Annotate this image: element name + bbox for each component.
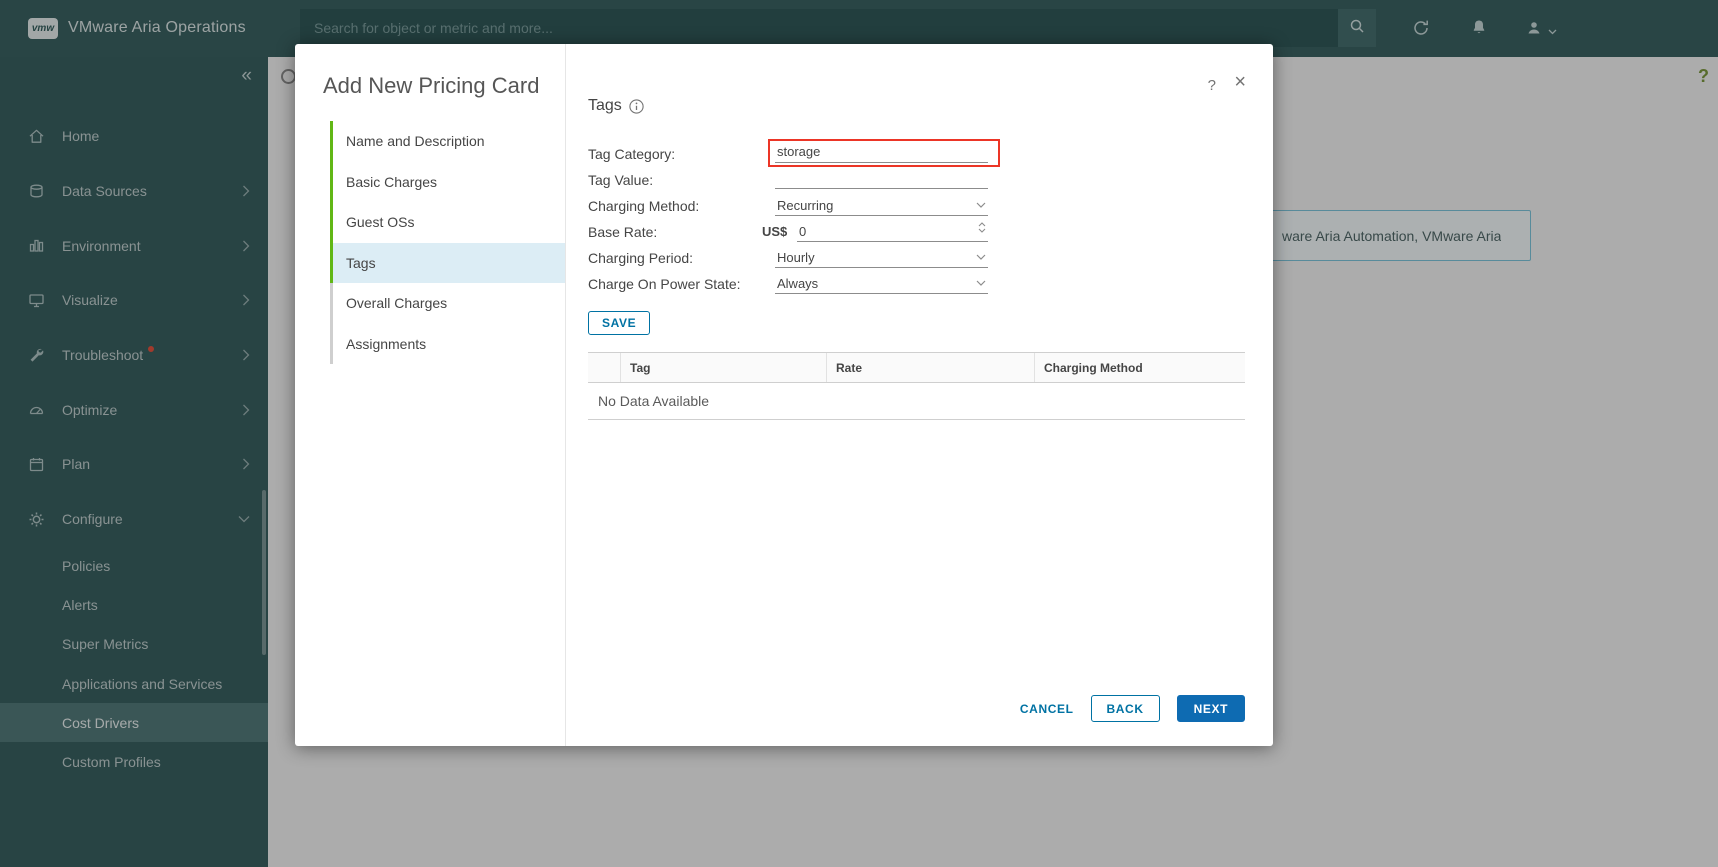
step-overall-charges[interactable]: Overall Charges bbox=[330, 283, 565, 324]
table-select-column-header bbox=[588, 353, 620, 382]
table-header-row: Tag Rate Charging Method bbox=[588, 353, 1245, 383]
section-heading-label: Tags bbox=[588, 97, 622, 115]
modal-footer: CANCEL BACK NEXT bbox=[1020, 695, 1245, 722]
modal-content: Tags Tag Category: Tag Value: Charging M… bbox=[588, 44, 1273, 746]
tag-category-input[interactable] bbox=[775, 143, 988, 163]
step-label: Assignments bbox=[346, 336, 426, 352]
chevron-down-icon bbox=[976, 254, 986, 260]
wizard-steps: Name and Description Basic Charges Guest… bbox=[295, 121, 565, 364]
step-guest-oss[interactable]: Guest OSs bbox=[330, 202, 565, 243]
info-icon[interactable] bbox=[629, 99, 644, 114]
number-stepper-icon[interactable] bbox=[978, 222, 986, 233]
step-label: Overall Charges bbox=[346, 295, 447, 311]
next-button[interactable]: NEXT bbox=[1177, 695, 1245, 722]
base-rate-label: Base Rate: bbox=[588, 224, 657, 240]
charge-on-power-state-row: Charge On Power State: Always bbox=[588, 271, 1008, 297]
table-header-tag: Tag bbox=[620, 353, 826, 382]
charging-method-label: Charging Method: bbox=[588, 198, 699, 214]
tag-value-row: Tag Value: bbox=[588, 167, 1008, 193]
save-button[interactable]: SAVE bbox=[588, 311, 650, 335]
currency-label: US$ bbox=[762, 224, 787, 239]
add-new-pricing-card-modal: Add New Pricing Card ? × Name and Descri… bbox=[295, 44, 1273, 746]
modal-title: Add New Pricing Card bbox=[323, 73, 539, 99]
step-basic-charges[interactable]: Basic Charges bbox=[330, 162, 565, 203]
charging-method-select[interactable]: Recurring bbox=[775, 195, 988, 216]
charging-method-row: Charging Method: Recurring bbox=[588, 193, 1008, 219]
tag-category-row: Tag Category: bbox=[588, 141, 1008, 167]
step-label: Name and Description bbox=[346, 133, 485, 149]
tags-table: Tag Rate Charging Method No Data Availab… bbox=[588, 352, 1245, 420]
chevron-down-icon bbox=[976, 202, 986, 208]
base-rate-row: Base Rate: US$ 0 bbox=[588, 219, 1008, 245]
tag-value-label: Tag Value: bbox=[588, 172, 653, 188]
tag-value-input[interactable] bbox=[775, 169, 988, 189]
charging-period-row: Charging Period: Hourly bbox=[588, 245, 1008, 271]
step-label: Guest OSs bbox=[346, 214, 414, 230]
step-label: Tags bbox=[346, 255, 376, 271]
modal-divider bbox=[565, 44, 566, 746]
charge-on-power-state-select[interactable]: Always bbox=[775, 273, 988, 294]
step-tags[interactable]: Tags bbox=[330, 243, 565, 284]
charge-on-power-state-value: Always bbox=[777, 276, 818, 291]
chevron-down-icon bbox=[976, 280, 986, 286]
section-heading: Tags bbox=[588, 97, 644, 115]
empty-state-text: No Data Available bbox=[598, 393, 709, 409]
step-assignments[interactable]: Assignments bbox=[330, 324, 565, 365]
back-button[interactable]: BACK bbox=[1091, 695, 1160, 722]
base-rate-value: 0 bbox=[799, 224, 806, 239]
table-empty-row: No Data Available bbox=[588, 383, 1245, 420]
tag-category-label: Tag Category: bbox=[588, 146, 675, 162]
cancel-button[interactable]: CANCEL bbox=[1020, 695, 1074, 722]
charging-method-value: Recurring bbox=[777, 198, 833, 213]
table-header-rate: Rate bbox=[826, 353, 1034, 382]
charge-on-power-state-label: Charge On Power State: bbox=[588, 276, 741, 292]
tag-pricing-form: Tag Category: Tag Value: Charging Method… bbox=[588, 141, 1008, 297]
table-header-charging-method: Charging Method bbox=[1034, 353, 1245, 382]
step-label: Basic Charges bbox=[346, 174, 437, 190]
step-name-and-description[interactable]: Name and Description bbox=[330, 121, 565, 162]
charging-period-value: Hourly bbox=[777, 250, 815, 265]
charging-period-select[interactable]: Hourly bbox=[775, 247, 988, 268]
base-rate-input[interactable]: 0 bbox=[797, 221, 988, 242]
charging-period-label: Charging Period: bbox=[588, 250, 693, 266]
